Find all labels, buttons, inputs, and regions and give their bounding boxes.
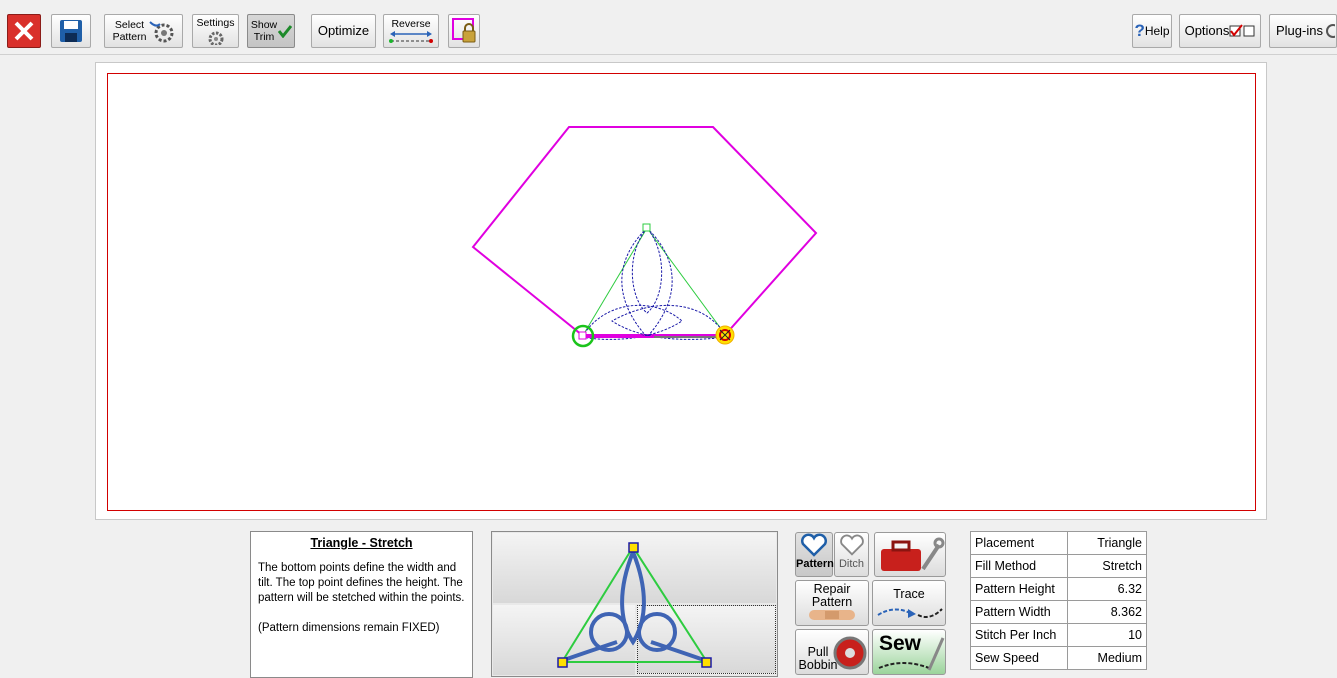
property-label: Pattern Width — [970, 600, 1068, 624]
save-icon — [60, 20, 82, 42]
help-icon: ? — [1134, 21, 1145, 40]
help-label: Help — [1144, 24, 1170, 38]
placement-triangle — [581, 227, 728, 338]
toolbox-icon — [881, 537, 945, 571]
plugins-label: Plug-ins — [1276, 23, 1323, 38]
optimize-label: Optimize — [317, 23, 370, 38]
table-row: Sew Speed Medium — [970, 646, 1147, 670]
ditch-mode-button[interactable]: Ditch — [834, 532, 869, 577]
table-row: Pattern Width 8.362 — [970, 600, 1147, 624]
bobbin-icon — [833, 636, 867, 670]
pattern-mode-button[interactable]: Pattern — [795, 532, 834, 577]
settings-button[interactable]: Settings — [192, 14, 239, 48]
heart-icon — [801, 533, 827, 557]
reverse-button[interactable]: Reverse — [383, 14, 439, 48]
description-note: (Pattern dimensions remain FIXED) — [258, 622, 440, 634]
gear-icon — [148, 21, 173, 43]
show-trim-label: Show Trim — [250, 19, 278, 43]
checkbox-checked-icon — [1229, 24, 1244, 37]
needle-icon — [878, 637, 945, 671]
trace-button[interactable]: Trace — [872, 580, 946, 626]
property-label: Placement — [970, 531, 1068, 555]
property-value[interactable]: 10 — [1067, 623, 1147, 647]
property-label: Stitch Per Inch — [970, 623, 1068, 647]
gear-icon — [1325, 24, 1335, 38]
gear-icon — [208, 31, 223, 45]
property-value[interactable]: Medium — [1067, 646, 1147, 670]
table-row: Pattern Height 6.32 — [970, 577, 1147, 601]
pattern-properties: Placement Triangle Fill Method Stretch Pat… — [970, 531, 1147, 670]
lock-icon — [452, 18, 476, 43]
close-button[interactable] — [7, 14, 41, 48]
pull-bobbin-button[interactable]: Pull Bobbin — [795, 629, 869, 675]
bandage-icon — [809, 610, 855, 620]
sew-button[interactable]: Sew — [872, 629, 946, 675]
show-trim-button[interactable]: Show Trim — [247, 14, 295, 48]
placement-description: Triangle - Stretch The bottom points def… — [250, 531, 473, 678]
property-value[interactable]: Triangle — [1067, 531, 1147, 555]
property-label: Sew Speed — [970, 646, 1068, 670]
property-value[interactable]: 6.32 — [1067, 577, 1147, 601]
ditch-label: Ditch — [838, 558, 865, 570]
help-button[interactable]: ? Help — [1132, 14, 1172, 48]
save-button[interactable] — [51, 14, 91, 48]
trace-arrow-icon — [877, 608, 943, 618]
table-row: Fill Method Stretch — [970, 554, 1147, 578]
triangle-preview-icon — [557, 542, 712, 668]
settings-label: Settings — [196, 17, 235, 29]
description-title: Triangle - Stretch — [310, 536, 413, 550]
plugins-button[interactable]: Plug-ins — [1269, 14, 1337, 48]
table-row: Stitch Per Inch 10 — [970, 623, 1147, 647]
optimize-button[interactable]: Optimize — [311, 14, 376, 48]
toolbox-button[interactable] — [874, 532, 946, 577]
reverse-label: Reverse — [391, 18, 431, 30]
repair-pattern-label: Repair Pattern — [811, 582, 853, 609]
select-pattern-label: Select Pattern — [112, 19, 147, 43]
repair-pattern-button[interactable]: Repair Pattern — [795, 580, 869, 626]
stitch-pattern — [581, 227, 728, 340]
lock-button[interactable] — [448, 14, 480, 48]
placement-preview — [491, 531, 778, 677]
table-row: Placement Triangle — [970, 531, 1147, 555]
options-label: Options — [1184, 23, 1230, 38]
property-label: Fill Method — [970, 554, 1068, 578]
property-label: Pattern Height — [970, 577, 1068, 601]
reverse-arrow-icon — [389, 31, 433, 43]
close-icon — [14, 21, 34, 41]
options-button[interactable]: Options — [1179, 14, 1261, 48]
trace-label: Trace — [893, 587, 925, 601]
property-value[interactable]: 8.362 — [1067, 600, 1147, 624]
pattern-label: Pattern — [796, 558, 834, 570]
toolbar: Select Pattern Settings Show Trim Optimi… — [0, 4, 1337, 55]
property-value[interactable]: Stretch — [1067, 554, 1147, 578]
top-handle — [642, 223, 651, 232]
design-canvas[interactable] — [95, 62, 1267, 520]
select-pattern-button[interactable]: Select Pattern — [104, 14, 183, 48]
checkmark-icon — [278, 25, 292, 38]
checkbox-icon — [1243, 25, 1255, 37]
canvas-drawing — [471, 126, 818, 348]
heart-icon — [839, 534, 864, 556]
description-body: The bottom points define the width and t… — [258, 562, 465, 604]
